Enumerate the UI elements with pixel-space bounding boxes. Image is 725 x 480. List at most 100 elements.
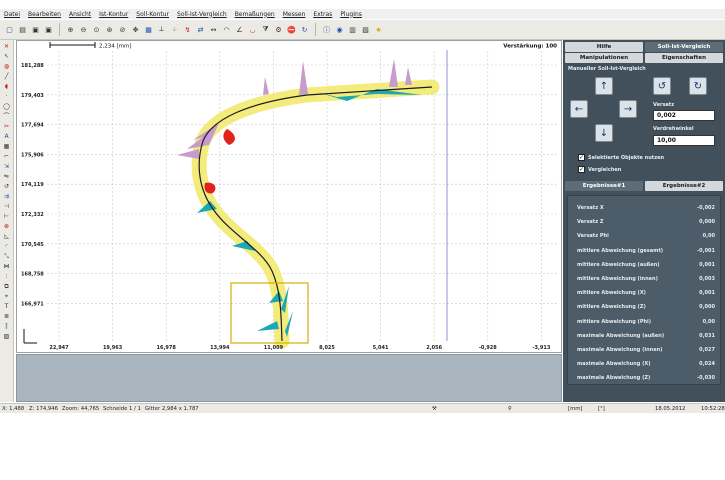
fit-tool-icon[interactable]: ⌒ (2, 112, 12, 121)
wrench-icon: ⚒ (432, 406, 437, 412)
split-tool-icon[interactable]: ⫶ (2, 272, 12, 281)
selection-box[interactable] (230, 282, 309, 344)
select-tool-icon[interactable]: ↖ (2, 52, 12, 61)
point-tool-icon[interactable]: · (2, 92, 12, 101)
open-folder-icon[interactable]: ▤ (17, 24, 28, 35)
fillet-tool-icon[interactable]: ◜ (2, 242, 12, 251)
compare-label: Vergleichen (588, 166, 622, 173)
mirror-tool-icon[interactable]: ⇋ (2, 172, 12, 181)
arrow-left-icon: ← (574, 103, 584, 115)
error-tool-icon[interactable]: ⊗ (2, 222, 12, 231)
menu-soll-kontur[interactable]: Soll-Kontur (136, 11, 169, 18)
menu-bemassungen[interactable]: Bemaßungen (235, 11, 275, 18)
points-icon[interactable]: ⁘ (169, 24, 180, 35)
x-tick-label: 22,947 (49, 345, 69, 351)
rotate-ccw-button[interactable]: ↺ (653, 77, 671, 95)
zoom-out-icon[interactable]: ⊖ (78, 24, 89, 35)
line-tool-icon[interactable]: ╱ (2, 72, 12, 81)
tab-ergebnisse-1[interactable]: Ergebnisse#1 (565, 181, 643, 191)
new-file-icon[interactable]: ▢ (4, 24, 15, 35)
scale-tool-icon[interactable]: ⤡ (2, 252, 12, 261)
stop-icon[interactable]: ⛔ (286, 24, 297, 35)
dimension-icon[interactable]: ↔ (208, 24, 219, 35)
analysis-tool-icon[interactable]: ⫿ (2, 322, 12, 331)
result-label: mittlere Abweichung (X) (577, 290, 646, 297)
compare-checkbox[interactable]: ✓ Vergleichen (578, 166, 621, 173)
versatz-input[interactable]: 0,002 (653, 110, 715, 121)
move-down-button[interactable]: ↓ (595, 124, 613, 142)
menu-soll-ist-vergleich[interactable]: Soll-Ist-Vergleich (177, 11, 227, 18)
menu-messen[interactable]: Messen (283, 11, 306, 18)
delete-tool-icon[interactable]: ✕ (2, 42, 12, 51)
step-tool-icon[interactable]: ⌐ (2, 152, 12, 161)
status-angle-unit[interactable]: [°] (598, 406, 605, 412)
arc-tool-icon[interactable]: ◖ (2, 82, 12, 91)
extend-tool-icon[interactable]: ⊢ (2, 212, 12, 221)
filter-icon[interactable]: ⧩ (260, 24, 271, 35)
verdrehwinkel-input[interactable]: 10,00 (653, 135, 715, 146)
chamfer-tool-icon[interactable]: ◺ (2, 232, 12, 241)
result-row: maximale Abweichung (X) 0,024 (577, 361, 715, 371)
use-selected-checkbox[interactable]: ✓ Selektierte Objekte nutzen (578, 154, 664, 161)
circle-tool-icon[interactable]: ◯ (2, 102, 12, 111)
tab-eigenschaften[interactable]: Eigenschaften (645, 53, 723, 63)
rotate-tool-icon[interactable]: ↺ (2, 182, 12, 191)
export-icon[interactable]: ▧ (360, 24, 371, 35)
move-right-button[interactable]: → (619, 100, 637, 118)
table-tool-icon[interactable]: ▦ (2, 142, 12, 151)
copy-tool-icon[interactable]: ⧉ (2, 282, 12, 291)
verdrehwinkel-label: Verdrehwinkel (653, 126, 694, 132)
mark-tool-icon[interactable]: ◍ (2, 62, 12, 71)
tab-soll-ist-vergleich[interactable]: Soll-Ist-Vergleich (645, 42, 723, 52)
help-icon[interactable]: ◉ (334, 24, 345, 35)
y-tick-label: 172,332 (21, 212, 44, 218)
settings-icon[interactable]: ⚙ (273, 24, 284, 35)
compare-icon[interactable]: ⇄ (195, 24, 206, 35)
snap-tool-icon[interactable]: ⌖ (2, 292, 12, 301)
trim-tool-icon[interactable]: ⊣ (2, 202, 12, 211)
join-tool-icon[interactable]: ⋈ (2, 262, 12, 271)
status-unit[interactable]: [mm] (568, 406, 582, 412)
save-icon[interactable]: ▣ (30, 24, 41, 35)
zoom-window-icon[interactable]: ⊙ (91, 24, 102, 35)
move-left-button[interactable]: ← (570, 100, 588, 118)
menu-ansicht[interactable]: Ansicht (69, 11, 91, 18)
move-tool-icon[interactable]: ⇲ (2, 162, 12, 171)
grid-icon[interactable]: ▦ (143, 24, 154, 35)
zoom-fit-icon[interactable]: ⊛ (104, 24, 115, 35)
print-icon[interactable]: ▥ (347, 24, 358, 35)
refresh-icon[interactable]: ↻ (299, 24, 310, 35)
radius-icon[interactable]: ◠ (221, 24, 232, 35)
x-tick-label: 11,009 (264, 345, 284, 351)
result-row: maximale Abweichung (innen) 0,027 (577, 347, 715, 357)
drawing-canvas[interactable]: 2,234 [mm] Verstärkung: 100 181,288 179,… (16, 40, 562, 353)
tab-hilfe[interactable]: Hilfe (565, 42, 643, 52)
text-tool-icon[interactable]: T (2, 302, 12, 311)
zoom-in-icon[interactable]: ⊕ (65, 24, 76, 35)
save-as-icon[interactable]: ▣ (43, 24, 54, 35)
menu-datei[interactable]: Datei (4, 11, 20, 18)
rotate-cw-button[interactable]: ↻ (689, 77, 707, 95)
pan-icon[interactable]: ✥ (130, 24, 141, 35)
result-value: -0,001 (697, 247, 715, 254)
menu-bearbeiten[interactable]: Bearbeiten (28, 11, 61, 18)
menu-ist-kontur[interactable]: Ist-Kontur (99, 11, 128, 18)
star-icon[interactable]: ★ (373, 24, 384, 35)
tab-ergebnisse-2[interactable]: Ergebnisse#2 (645, 181, 723, 191)
menu-plugins[interactable]: PlugIns (340, 11, 362, 18)
tab-manipulationen[interactable]: Manipulationen (565, 53, 643, 63)
auto-tool-icon[interactable]: A (2, 132, 12, 141)
info-icon[interactable]: ⓘ (321, 24, 332, 35)
layer-tool-icon[interactable]: ≣ (2, 312, 12, 321)
offset-tool-icon[interactable]: ⇉ (2, 192, 12, 201)
cut-tool-icon[interactable]: ✂ (2, 122, 12, 131)
move-up-button[interactable]: ↑ (595, 77, 613, 95)
measure-icon[interactable]: ⟂ (156, 24, 167, 35)
angle-icon[interactable]: ∠ (234, 24, 245, 35)
menu-extras[interactable]: Extras (313, 11, 332, 18)
arc-icon[interactable]: ◡ (247, 24, 258, 35)
status-gitter: Gitter 2,984 x 1,787 (145, 406, 199, 412)
contour-icon[interactable]: ↯ (182, 24, 193, 35)
zoom-previous-icon[interactable]: ⊘ (117, 24, 128, 35)
hatch-tool-icon[interactable]: ▨ (2, 332, 12, 341)
